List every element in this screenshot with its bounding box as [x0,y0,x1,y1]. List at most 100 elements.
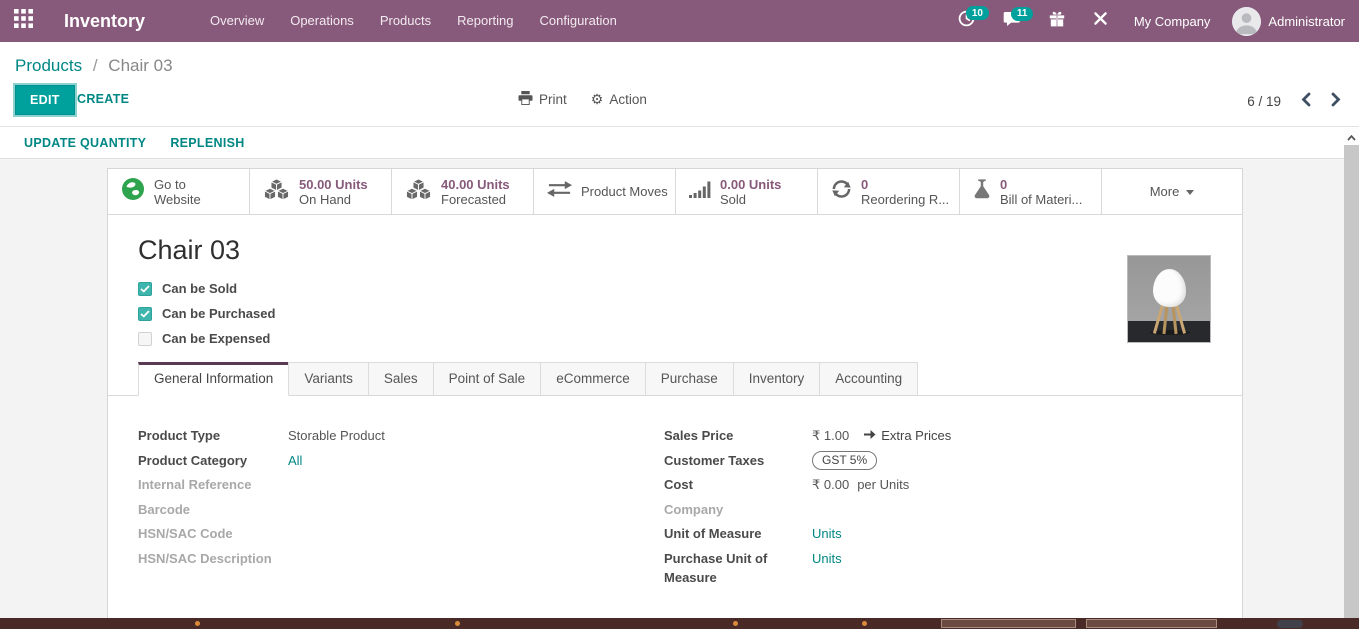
breadcrumb-current: Chair 03 [108,56,172,75]
can-be-sold-row[interactable]: Can be Sold [138,281,1212,296]
sales-price-row: Sales Price ₹ 1.00 Extra Prices [664,426,1212,451]
odoo-window: Inventory Overview Operations Products R… [0,0,1359,629]
taskbar-window-thumbnail[interactable] [1086,619,1217,628]
tab-variants[interactable]: Variants [288,362,369,395]
general-information-pane: Product Type Storable Product Product Ca… [108,396,1242,587]
breadcrumb-separator: / [93,56,98,75]
taskbar-window-thumbnail[interactable] [941,619,1076,628]
activities-badge: 10 [966,6,989,20]
chevron-right-icon [1331,92,1341,110]
checkbox-checked-icon[interactable] [138,282,152,296]
create-button[interactable]: CREATE [77,92,129,106]
product-category-row: Product Category All [138,451,639,476]
taskbar-icon[interactable] [1277,620,1303,628]
scroll-up-button[interactable] [1344,128,1359,145]
can-be-purchased-row[interactable]: Can be Purchased [138,306,1212,321]
unit-of-measure-row: Unit of Measure Units [664,524,1212,549]
purchase-uom-row: Purchase Unit of Measure Units [664,549,1212,587]
tab-accounting[interactable]: Accounting [819,362,918,395]
units-sold-button[interactable]: 0.00 Units Sold [676,169,818,214]
tools-button[interactable] [1083,5,1118,37]
pager-previous-button[interactable] [1301,92,1311,110]
gift-button[interactable] [1039,5,1075,38]
product-type-row: Product Type Storable Product [138,426,639,451]
menu-reporting[interactable]: Reporting [444,0,526,42]
forecasted-button[interactable]: 40.00 Units Forecasted [392,169,534,214]
avatar [1232,7,1261,36]
user-menu[interactable]: Administrator [1232,7,1349,36]
user-name: Administrator [1268,14,1345,29]
customer-taxes-badge[interactable]: GST 5% [812,451,877,470]
reordering-rules-button[interactable]: 0 Reordering R... [818,169,960,214]
go-to-website-button[interactable]: Go to Website [108,169,250,214]
update-quantity-button[interactable]: UPDATE QUANTITY [24,136,146,150]
os-taskbar [0,618,1359,629]
product-image [1127,255,1211,343]
gift-icon [1049,11,1065,32]
edit-button[interactable]: EDIT [15,85,75,115]
chevron-up-icon [1347,128,1356,146]
notebook-tabs: General Information Variants Sales Point… [108,362,1242,396]
pager-count: 6 / 19 [1247,94,1281,109]
menu-products[interactable]: Products [367,0,444,42]
cubes-icon [405,179,432,205]
action-button[interactable]: ⚙ Action [591,91,647,108]
pager-next-button[interactable] [1331,92,1341,110]
scrollbar-thumb[interactable] [1344,145,1359,618]
menu-configuration[interactable]: Configuration [527,0,630,42]
product-category-link[interactable]: All [288,451,302,470]
extra-prices-button[interactable]: Extra Prices [863,428,951,443]
apps-menu-button[interactable] [0,0,46,42]
cost-value: ₹ 0.00 [812,475,849,494]
tab-general-information[interactable]: General Information [138,362,289,396]
can-be-expensed-row[interactable]: Can be Expensed [138,331,1212,346]
activities-button[interactable]: 10 [948,4,985,38]
hsn-sac-description-row: HSN/SAC Description [138,549,639,574]
form-sheet: Go to Website 50.00 Units On Hand [107,168,1243,618]
replenish-button[interactable]: REPLENISH [170,136,244,150]
print-button[interactable]: Print [518,91,567,108]
product-header: Chair 03 Can be Sold Can be Purchased Ca… [108,215,1242,346]
messages-button[interactable]: 11 [993,5,1031,38]
flask-icon [973,179,991,204]
product-title: Chair 03 [138,235,1212,266]
taskbar-indicator-dot [733,621,738,626]
tab-point-of-sale[interactable]: Point of Sale [433,362,542,395]
breadcrumb-products[interactable]: Products [15,56,82,75]
purchase-uom-link[interactable]: Units [812,549,842,568]
top-navbar: Inventory Overview Operations Products R… [0,0,1359,42]
messages-badge: 11 [1011,7,1034,21]
refresh-icon [831,179,852,204]
product-moves-button[interactable]: Product Moves [534,169,676,214]
checkbox-checked-icon[interactable] [138,307,152,321]
tab-inventory[interactable]: Inventory [733,362,821,395]
form-statusbar: UPDATE QUANTITY REPLENISH [0,128,1344,159]
menu-operations[interactable]: Operations [277,0,367,42]
form-left-column: Product Type Storable Product Product Ca… [138,426,639,587]
control-panel-buttons: EDIT CREATE Print ⚙ Action 6 / 19 [0,82,1359,124]
apps-grid-icon [14,9,33,33]
uom-link[interactable]: Units [812,524,842,543]
app-title[interactable]: Inventory [64,11,145,32]
hsn-sac-code-row: HSN/SAC Code [138,524,639,549]
smart-buttons-row: Go to Website 50.00 Units On Hand [108,169,1242,215]
arrow-right-icon [863,428,876,443]
cubes-icon [263,179,290,205]
taskbar-indicator-dot [195,621,200,626]
on-hand-button[interactable]: 50.00 Units On Hand [250,169,392,214]
menu-overview[interactable]: Overview [197,0,277,42]
cost-row: Cost ₹ 0.00 per Units [664,475,1212,500]
vertical-scrollbar[interactable] [1344,128,1359,618]
printer-icon [518,91,533,108]
tab-sales[interactable]: Sales [368,362,434,395]
sales-price-value: ₹ 1.00 [812,426,849,445]
tab-purchase[interactable]: Purchase [645,362,734,395]
barcode-row: Barcode [138,500,639,525]
bar-chart-icon [689,181,711,203]
more-dropdown-button[interactable]: More [1102,169,1242,214]
bill-of-materials-button[interactable]: 0 Bill of Materi... [960,169,1102,214]
company-switcher[interactable]: My Company [1126,14,1225,29]
main-menu: Overview Operations Products Reporting C… [197,0,630,42]
checkbox-unchecked-icon[interactable] [138,332,152,346]
tab-ecommerce[interactable]: eCommerce [540,362,646,395]
